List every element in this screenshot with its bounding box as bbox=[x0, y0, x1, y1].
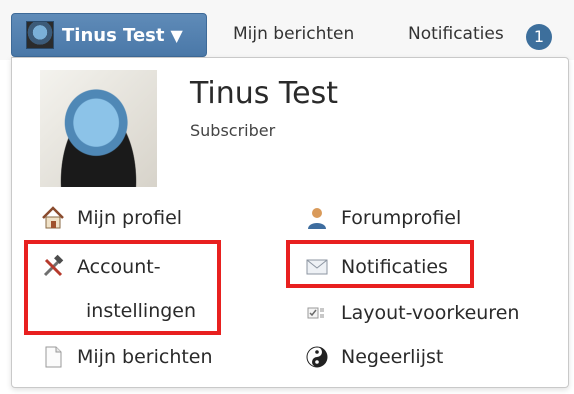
user-icon bbox=[304, 205, 330, 231]
document-icon bbox=[40, 344, 66, 370]
yin-yang-icon bbox=[304, 344, 330, 370]
profile-name[interactable]: Tinus Test bbox=[190, 76, 338, 111]
menu-item-label: Mijn berichten bbox=[77, 346, 213, 368]
menu-item-label: Forumprofiel bbox=[341, 207, 462, 229]
nav-link-mijn-berichten[interactable]: Mijn berichten bbox=[233, 24, 354, 44]
profile-role: Subscriber bbox=[190, 121, 276, 140]
menu-item-label: Negeerlijst bbox=[341, 346, 444, 368]
user-menu-label: Tinus Test bbox=[62, 24, 165, 46]
user-avatar-small bbox=[26, 21, 54, 49]
nav-link-notificaties[interactable]: Notificaties bbox=[408, 24, 504, 44]
menu-item-mijn-berichten[interactable]: Mijn berichten bbox=[40, 344, 213, 370]
avatar[interactable] bbox=[40, 70, 157, 187]
top-navigation-bar: Tinus Test ▼ Mijn berichten Notificaties… bbox=[0, 0, 574, 60]
highlight-box-notificaties bbox=[286, 240, 474, 288]
chevron-down-icon: ▼ bbox=[170, 25, 183, 45]
menu-item-label: Layout-voorkeuren bbox=[341, 302, 520, 324]
menu-item-layout-voorkeuren[interactable]: Layout-voorkeuren bbox=[304, 300, 519, 326]
layout-icon bbox=[304, 300, 330, 326]
menu-item-negeerlijst[interactable]: Negeerlijst bbox=[304, 344, 443, 370]
menu-item-forumprofiel[interactable]: Forumprofiel bbox=[304, 205, 461, 231]
notification-count-badge[interactable]: 1 bbox=[526, 24, 552, 50]
menu-item-mijn-profiel[interactable]: Mijn profiel bbox=[40, 205, 182, 231]
home-icon bbox=[40, 205, 66, 231]
highlight-box-account-instellingen bbox=[24, 240, 221, 335]
user-dropdown-menu: Tinus Test Subscriber Mijn profiel Accou… bbox=[11, 57, 569, 388]
menu-item-label: Mijn profiel bbox=[77, 207, 183, 229]
user-menu-button[interactable]: Tinus Test ▼ bbox=[11, 13, 207, 57]
